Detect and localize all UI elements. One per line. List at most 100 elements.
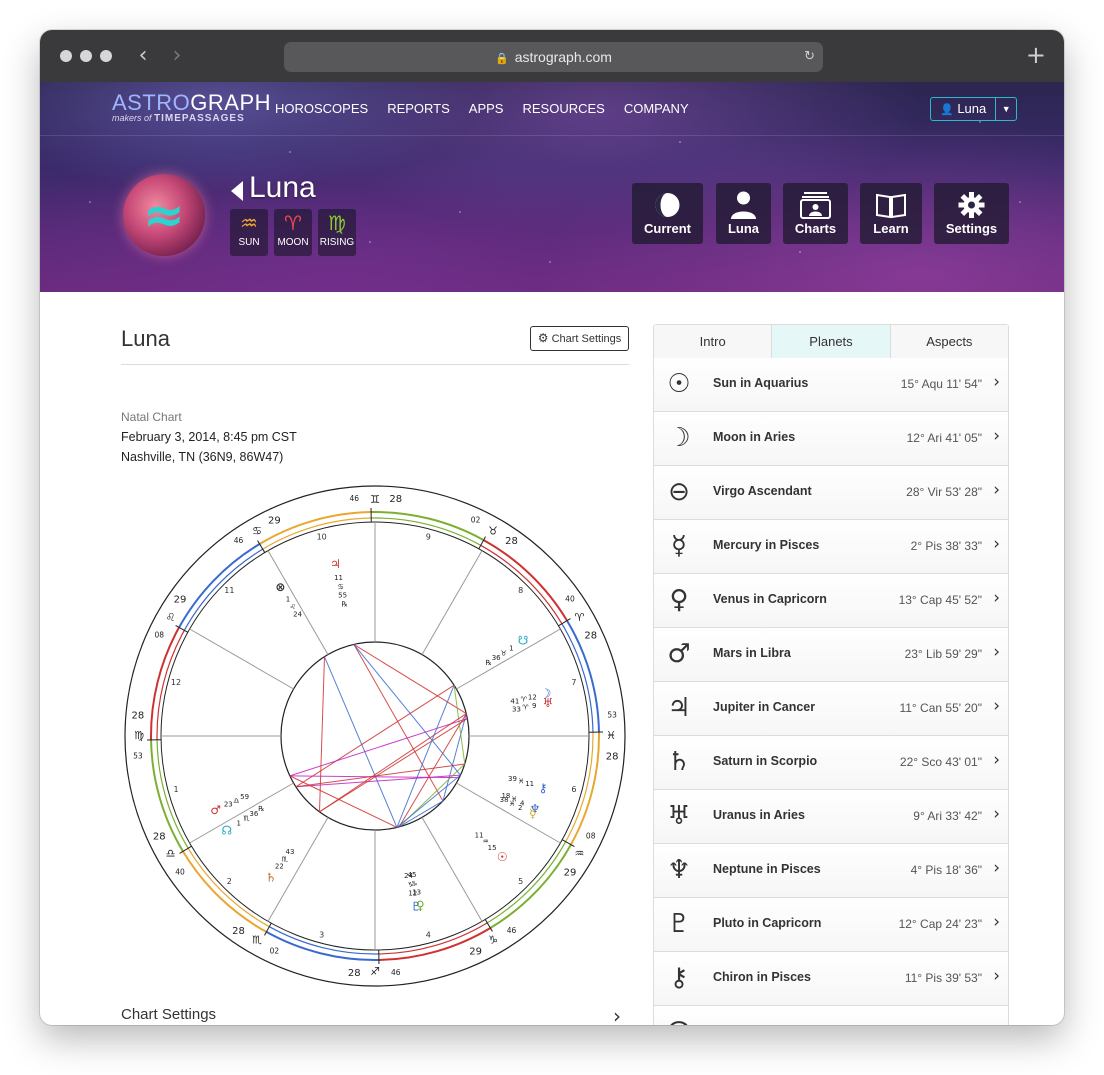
- planet-name: Virgo Ascendant: [713, 484, 812, 498]
- browser-window: ‹ › 🔒 astrograph.com ↻ + ASTROGRAPH maker…: [40, 30, 1064, 1025]
- house-number-1: 1: [173, 785, 178, 794]
- charts-button[interactable]: Charts: [783, 183, 848, 244]
- luna-profile-button[interactable]: Luna: [716, 183, 771, 244]
- chart-settings-button[interactable]: ⚙ Chart Settings: [530, 326, 629, 351]
- astrograph-logo[interactable]: ASTROGRAPH makers of TIMEPASSAGES: [112, 91, 271, 125]
- cusp-minute-9: 46: [349, 494, 359, 503]
- planet-detail-11-2: 43: [285, 848, 294, 856]
- planet-row-neptune[interactable]: ♆ Neptune in Pisces 4° Pis 18' 36" ›: [654, 844, 1008, 898]
- settings-label: Settings: [945, 221, 998, 236]
- planet-detail-1-2: 24: [293, 611, 302, 619]
- cusp-degree-11: 29: [174, 594, 187, 605]
- saturn-glyph-icon: ♄: [667, 747, 691, 777]
- caret-down-icon[interactable]: ▼: [995, 98, 1016, 120]
- planet-detail-0-3: ℞: [341, 600, 347, 608]
- nav-reports[interactable]: REPORTS: [387, 101, 450, 116]
- chevron-right-icon: ›: [993, 588, 1000, 608]
- planet-detail-13-0: 23: [224, 801, 233, 809]
- planet-detail-10-1: ♑: [411, 880, 417, 888]
- natal-chart-wheel[interactable]: 123 456789101112♍2853♎2840♏2802♐28 46♑2946…: [121, 482, 629, 990]
- venus-glyph-icon: ♀: [669, 585, 689, 615]
- planet-glyph-4: ♅: [543, 696, 554, 710]
- planet-glyph-1: ⊗: [275, 580, 285, 594]
- small-gear-icon: ⚙: [537, 331, 549, 345]
- planet-row-sun[interactable]: ☉ Sun in Aquarius 15° Aqu 11' 54" ›: [654, 358, 1008, 412]
- planet-row-saturn[interactable]: ♄ Saturn in Scorpio 22° Sco 43' 01" ›: [654, 736, 1008, 790]
- planet-degree: 2° Pis 38' 33": [910, 539, 982, 553]
- planet-row-pluto[interactable]: ♇ Pluto in Capricorn 12° Cap 24' 23" ›: [654, 898, 1008, 952]
- planet-name: Saturn in Scorpio: [713, 754, 818, 768]
- moon-glyph-icon: ☽: [667, 423, 691, 453]
- back-triangle-icon[interactable]: [231, 181, 243, 201]
- planet-degree: 11° Can 55' 20": [899, 701, 982, 715]
- rising-sign-badge[interactable]: ♍ RISING: [318, 209, 356, 256]
- planet-detail-2-2: 36: [492, 654, 501, 662]
- planet-detail-13-2: 59: [240, 793, 249, 801]
- planet-glyph-2: ☋: [518, 633, 529, 647]
- browser-chrome: ‹ › 🔒 astrograph.com ↻ +: [40, 30, 1064, 82]
- cusp-minute-2: 02: [270, 947, 280, 956]
- reload-icon[interactable]: ↻: [804, 42, 815, 72]
- planet-glyph-0: ♃: [330, 557, 341, 571]
- house-number-11: 11: [224, 586, 234, 595]
- nav-apps[interactable]: APPS: [469, 101, 504, 116]
- planet-name: Uranus in Aries: [713, 808, 805, 822]
- planet-row-moon[interactable]: ☽ Moon in Aries 12° Ari 41' 05" ›: [654, 412, 1008, 466]
- tab-planets[interactable]: Planets: [771, 325, 890, 358]
- planet-row-mars[interactable]: ♂ Mars in Libra 23° Lib 59' 29" ›: [654, 628, 1008, 682]
- back-arrow-icon[interactable]: ‹: [132, 44, 154, 68]
- settings-button[interactable]: Settings: [934, 183, 1009, 244]
- planet-row-chiron[interactable]: ⚷ Chiron in Pisces 11° Pis 39' 53" ›: [654, 952, 1008, 1006]
- planet-row-ascendant[interactable]: ⊖ Virgo Ascendant 28° Vir 53' 28" ›: [654, 466, 1008, 520]
- tab-intro[interactable]: Intro: [654, 325, 772, 358]
- planet-detail-12-0: 1: [236, 820, 240, 828]
- planet-degree: 28° Vir 53' 28": [906, 485, 982, 499]
- cusp-sign-glyph-1: ♎: [166, 847, 176, 860]
- cusp-degree-6: 28: [606, 752, 619, 763]
- sun-sign-label: SUN: [238, 237, 260, 248]
- neptune-glyph-icon: ♆: [667, 855, 691, 885]
- cusp-minute-10: 46: [234, 536, 244, 545]
- cusp-sign-glyph-7: ♈: [574, 611, 584, 624]
- ascendant-glyph-icon: ⊖: [668, 477, 690, 507]
- moon-sign-badge[interactable]: ♈ MOON: [274, 209, 312, 256]
- planet-name: Sun in Aquarius: [713, 376, 809, 390]
- cusp-sign-glyph-10: ♋: [252, 525, 262, 538]
- planet-glyph-12: ☊: [222, 824, 233, 838]
- new-tab-icon[interactable]: +: [1026, 42, 1046, 68]
- sun-sign-badge[interactable]: ♒ SUN: [230, 209, 268, 256]
- chart-settings-row[interactable]: Chart Settings ›: [121, 1004, 629, 1025]
- planet-detail-6-2: 39: [508, 775, 517, 783]
- address-bar[interactable]: 🔒 astrograph.com ↻: [284, 42, 823, 72]
- planet-row-jupiter[interactable]: ♃ Jupiter in Cancer 11° Can 55' 20" ›: [654, 682, 1008, 736]
- planet-row-uranus[interactable]: ♅ Uranus in Aries 9° Ari 33' 42" ›: [654, 790, 1008, 844]
- planet-detail-2-0: 1: [509, 644, 513, 652]
- planet-row-mercury[interactable]: ☿ Mercury in Pisces 2° Pis 38' 33" ›: [654, 520, 1008, 574]
- planet-detail-8-0: 15: [488, 844, 497, 852]
- planet-row-node[interactable]: ☊: [654, 1006, 1008, 1025]
- planet-degree: 13° Cap 45' 52": [898, 593, 982, 607]
- close-window-dot[interactable]: [60, 50, 72, 62]
- forward-arrow-icon[interactable]: ›: [166, 44, 188, 68]
- cusp-minute-4: 46: [507, 926, 517, 935]
- zoom-window-dot[interactable]: [100, 50, 112, 62]
- planet-row-venus[interactable]: ♀ Venus in Capricorn 13° Cap 45' 52" ›: [654, 574, 1008, 628]
- chevron-right-icon: ›: [993, 426, 1000, 446]
- planet-detail-4-2: 33: [512, 705, 521, 713]
- gear-icon: [958, 192, 985, 218]
- planet-degree: 9° Ari 33' 42": [913, 809, 982, 823]
- planet-detail-8-2: 11: [475, 831, 484, 839]
- nav-resources[interactable]: RESOURCES: [522, 101, 604, 116]
- current-button[interactable]: Current: [632, 183, 703, 244]
- tab-aspects[interactable]: Aspects: [889, 325, 1008, 358]
- user-menu-button[interactable]: 👤 Luna ▼: [930, 97, 1018, 121]
- nav-horoscopes[interactable]: HOROSCOPES: [275, 101, 368, 116]
- chiron-glyph-icon: ⚷: [669, 963, 689, 993]
- cusp-degree-1: 28: [153, 832, 166, 843]
- lock-icon: 🔒: [495, 52, 509, 65]
- planet-degree: 22° Sco 43' 01": [899, 755, 982, 769]
- chevron-right-icon: ›: [993, 642, 1000, 662]
- nav-company[interactable]: COMPANY: [624, 101, 689, 116]
- minimize-window-dot[interactable]: [80, 50, 92, 62]
- learn-button[interactable]: Learn: [860, 183, 922, 244]
